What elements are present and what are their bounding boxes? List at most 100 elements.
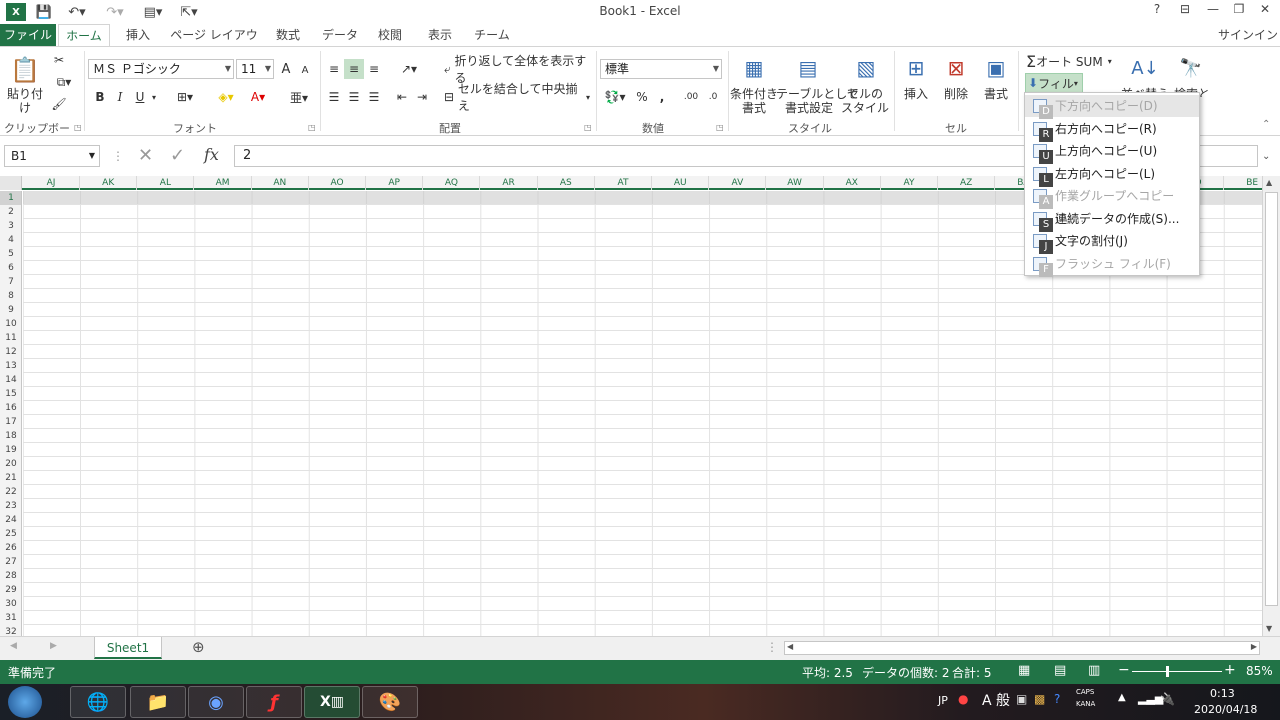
align-middle-icon[interactable]: ≡ [344,59,364,79]
number-format-combo[interactable]: 標準 ▼ [600,59,722,79]
shrink-font-button[interactable]: A [298,61,312,79]
tab-data[interactable]: データ [318,24,362,46]
increase-decimal-icon[interactable]: .00 [682,87,700,107]
restore-icon[interactable]: ❐ [1226,2,1252,22]
fill-menu-item[interactable]: F フラッシュ フィル(F) [1025,253,1199,277]
row-header[interactable]: 26 [0,541,21,555]
row-header[interactable]: 32 [0,625,21,636]
file-explorer-icon[interactable]: 📁 [130,686,186,718]
font-color-icon[interactable]: A▾ [244,87,272,107]
flash-icon[interactable]: ƒ [246,686,302,718]
increase-indent-icon[interactable]: ⇥ [414,87,430,107]
tab-page-layout[interactable]: ページ レイアウト [168,24,260,64]
cancel-icon[interactable]: ✕ [138,145,153,166]
vertical-scroll-thumb[interactable] [1265,192,1278,606]
column-header[interactable]: AP [366,176,424,190]
minimize-icon[interactable]: — [1200,2,1226,22]
row-header[interactable]: 31 [0,611,21,625]
column-header[interactable]: AJ [23,176,80,190]
fill-menu-item[interactable]: J 文字の割付(J) [1025,230,1199,254]
sheet-tab-sheet1[interactable]: Sheet1 [94,637,162,659]
row-header[interactable]: 19 [0,443,21,457]
normal-view-icon[interactable]: ▦ [1018,663,1030,678]
name-box[interactable]: B1 ▼ [4,145,100,167]
column-header[interactable]: AW [767,176,824,190]
row-header[interactable]: 21 [0,471,21,485]
underline-dropdown-icon[interactable]: ▾ [148,87,160,107]
font-size-combo[interactable]: 11 ▼ [236,59,274,79]
bold-button[interactable]: B [92,87,108,107]
horizontal-scrollbar[interactable]: ◀ ▶ [784,641,1260,655]
row-header[interactable]: 4 [0,233,21,247]
decrease-decimal-icon[interactable]: .0 [704,87,722,107]
format-as-table-button[interactable]: テーブルとして 書式設定 [776,87,859,115]
column-header[interactable]: AU [652,176,710,190]
scroll-left-icon[interactable]: ◀ [787,642,793,651]
ime-help-icon[interactable]: ? [1054,692,1060,706]
browser-icon[interactable]: ◉ [188,686,244,718]
paste-icon[interactable]: 📋 [8,53,42,87]
row-header[interactable]: 23 [0,499,21,513]
row-header[interactable]: 1 [0,191,21,205]
row-header[interactable]: 2 [0,205,21,219]
italic-button[interactable]: I [112,87,128,107]
horizontal-scroll-thumb[interactable] [799,643,1099,653]
zoom-level[interactable]: 85% [1246,664,1273,678]
percent-button[interactable]: % [634,87,650,107]
fill-menu-item[interactable]: A 作業グループへコピー(A)... [1025,185,1199,225]
column-header[interactable]: AK [80,176,138,190]
fill-menu-item[interactable]: U 上方向へコピー(U) [1025,140,1199,164]
ribbon-display-icon[interactable]: ⊟ [1172,2,1198,22]
paste-button[interactable]: 貼り付け [2,87,48,115]
expand-formula-icon[interactable]: ⌄ [1262,151,1270,162]
format-painter-icon[interactable]: 🖌 [50,95,68,113]
enter-icon[interactable]: ✓ [170,145,185,166]
zoom-slider-thumb[interactable] [1166,666,1169,677]
column-header[interactable]: AT [595,176,652,190]
currency-icon[interactable]: 💱▾ [600,87,630,107]
comma-button[interactable]: , [654,87,670,107]
zoom-out-icon[interactable]: − [1118,662,1130,678]
excel-taskbar-icon[interactable]: X▥ [304,686,360,718]
copy-icon[interactable]: ⧉▾ [50,73,78,91]
select-all-corner[interactable] [0,176,22,190]
align-right-icon[interactable]: ☰ [366,87,382,107]
borders-icon[interactable]: ⊞▾ [170,87,200,107]
fill-color-icon[interactable]: ◈▾ [212,87,240,107]
column-header[interactable]: AZ [938,176,996,190]
cell-styles-button[interactable]: セルの スタイル [840,87,890,115]
tab-view[interactable]: 表示 [420,24,460,46]
column-header[interactable]: AN [252,176,309,190]
number-launcher-icon[interactable]: ◳ [716,123,724,132]
close-icon[interactable]: ✕ [1252,2,1278,22]
collapse-ribbon-icon[interactable]: ⌃ [1262,119,1270,130]
phonetic-icon[interactable]: 亜▾ [286,87,312,107]
chrome-icon[interactable]: 🌐 [70,686,126,718]
delete-cells-icon[interactable]: ⊠ [942,53,970,83]
row-header[interactable]: 13 [0,359,21,373]
row-header[interactable]: 6 [0,261,21,275]
row-header[interactable]: 3 [0,219,21,233]
fill-menu-item[interactable]: R 右方向へコピー(R) [1025,118,1199,142]
tab-team[interactable]: チーム [470,24,514,46]
row-header[interactable]: 30 [0,597,21,611]
column-header[interactable]: AQ [423,176,481,190]
row-header[interactable]: 9 [0,303,21,317]
paint-icon[interactable]: 🎨 [362,686,418,718]
insert-cells-icon[interactable]: ⊞ [902,53,930,83]
row-header[interactable]: 29 [0,583,21,597]
merge-center-button[interactable]: ⊟ セルを結合して中央揃え ▾ [444,82,590,113]
row-header[interactable]: 22 [0,485,21,499]
align-top-icon[interactable]: ≡ [326,59,342,79]
tab-review[interactable]: 校閲 [370,24,410,46]
scroll-down-icon[interactable]: ▼ [1266,624,1272,633]
align-bottom-icon[interactable]: ≡ [366,59,382,79]
ime-pad-icon[interactable]: ▣ [1016,692,1027,706]
scroll-up-icon[interactable]: ▲ [1266,178,1272,187]
conditional-format-icon[interactable]: ▦ [738,53,770,83]
tab-file[interactable]: ファイル [0,24,56,46]
column-header[interactable]: AM [195,176,252,190]
row-header[interactable]: 5 [0,247,21,261]
next-sheet-icon[interactable]: ▶ [50,641,57,651]
align-left-icon[interactable]: ☰ [326,87,342,107]
